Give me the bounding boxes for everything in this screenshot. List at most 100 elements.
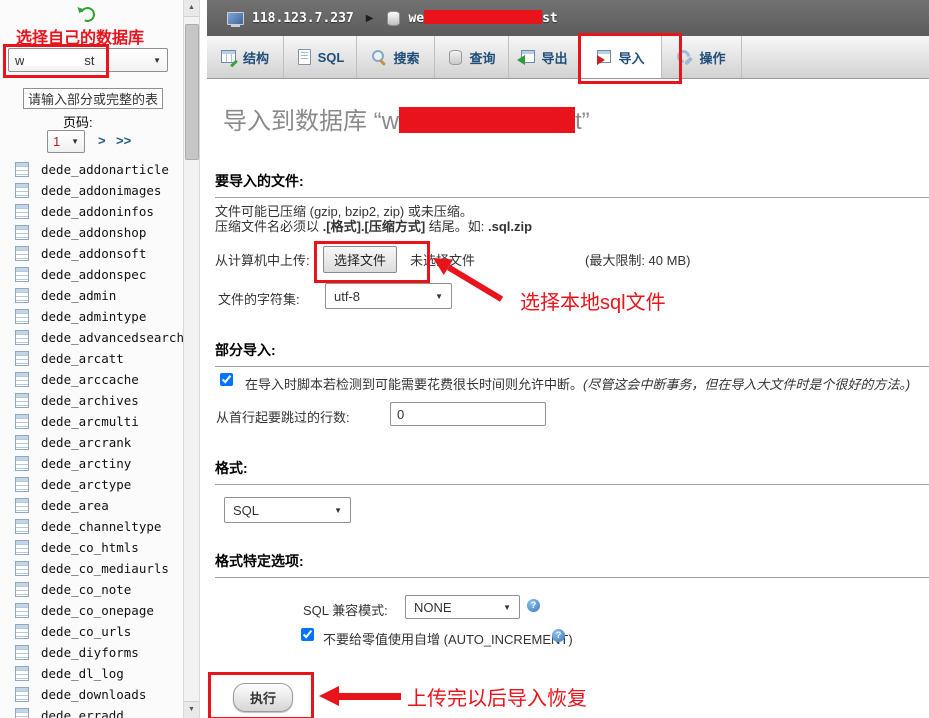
tab-label: 查询 [469,48,495,67]
table-name: dede_arcmulti [41,414,139,429]
no-auto-increment-checkbox[interactable] [301,628,314,641]
table-icon [15,162,29,177]
table-row[interactable]: dede_arcmulti [0,411,183,432]
main-panel: 118.123.7.237 ▶ west 结构 SQL 搜索 [200,0,929,718]
sidebar: 选择自己的数据库 w st ▼ 页码: 1 ▼ > >> dede_addona… [0,0,183,718]
scroll-down-icon[interactable]: ▼ [184,701,199,718]
redaction-block [424,10,542,24]
allow-interrupt-text: 在导入时脚本若检测到可能需要花费很长时间则允许中断。(尽管这会中断事务，但在导入… [245,374,929,393]
table-name: dede_arctiny [41,456,131,471]
tab-icon [221,49,237,65]
table-name: dede_addonimages [41,183,161,198]
table-icon [15,519,29,534]
breadcrumb-db-prefix: we [408,11,424,26]
table-icon [15,687,29,702]
database-icon [387,11,400,26]
table-row[interactable]: dede_co_mediaurls [0,558,183,579]
refresh-icon[interactable] [78,5,97,24]
table-icon [15,204,29,219]
format-select[interactable]: SQL ▼ [224,497,351,523]
tab-structure[interactable]: 结构 [207,36,284,78]
table-name: dede_co_htmls [41,540,139,555]
table-row[interactable]: dede_advancedsearch [0,327,183,348]
max-size-text: (最大限制: 40 MB) [585,250,690,269]
table-icon [15,498,29,513]
table-row[interactable]: dede_arccache [0,369,183,390]
table-row[interactable]: dede_co_urls [0,621,183,642]
table-row[interactable]: dede_downloads [0,684,183,705]
table-name: dede_advancedsearch [41,330,183,345]
chevron-down-icon: ▼ [334,506,342,515]
annotation-import-after-upload: 上传完以后导入恢复 [407,682,587,711]
table-name: dede_co_onepage [41,603,154,618]
table-list: dede_addonarticle dede_addonimages dede_… [0,159,183,718]
tab-icon [447,49,463,65]
server-icon [227,12,244,25]
breadcrumb-server[interactable]: 118.123.7.237 [252,11,354,26]
next-page-link[interactable]: > [98,133,106,148]
table-row[interactable]: dede_arctiny [0,453,183,474]
table-row[interactable]: dede_archives [0,390,183,411]
help-icon[interactable]: ? [552,629,565,642]
phpmyadmin-window: 选择自己的数据库 w st ▼ 页码: 1 ▼ > >> dede_addona… [0,0,929,718]
annotation-arrow-to-execute [319,686,401,706]
table-row[interactable]: dede_addonarticle [0,159,183,180]
scrollbar-thumb[interactable] [185,24,199,160]
table-row[interactable]: dede_erradd [0,705,183,718]
table-row[interactable]: dede_addonspec [0,264,183,285]
table-icon [15,624,29,639]
tab-icon [296,49,312,65]
table-icon [15,603,29,618]
table-row[interactable]: dede_co_note [0,579,183,600]
table-icon [15,372,29,387]
sql-compat-select[interactable]: NONE ▼ [405,595,520,619]
page-title-prefix: 导入到数据库 “w [223,108,399,135]
arrow-shaft [447,265,503,302]
table-row[interactable]: dede_admin [0,285,183,306]
table-row[interactable]: dede_diyforms [0,642,183,663]
page-title-suffix: t” [575,108,590,135]
section-legend-format-options: 格式特定选项: [215,551,929,578]
skip-lines-input[interactable] [390,402,546,426]
table-row[interactable]: dede_area [0,495,183,516]
help-icon[interactable]: ? [527,599,540,612]
table-icon [15,645,29,660]
table-row[interactable]: dede_arcatt [0,348,183,369]
breadcrumb-database[interactable]: west [408,10,557,26]
annotation-redbox-execute [208,672,314,718]
table-filter-input[interactable] [23,88,163,109]
table-icon [15,288,29,303]
charset-select[interactable]: utf-8 ▼ [325,283,452,309]
tab-sql[interactable]: SQL [284,36,357,78]
table-icon [15,561,29,576]
page-select-value: 1 [53,134,60,149]
table-row[interactable]: dede_addoninfos [0,201,183,222]
file-help-line1: 文件可能已压缩 (gzip, bzip2, zip) 或未压缩。 [215,204,473,219]
scroll-up-icon[interactable]: ▲ [184,0,199,17]
table-row[interactable]: dede_co_htmls [0,537,183,558]
tab-export[interactable]: 导出 [509,36,579,78]
table-row[interactable]: dede_addonimages [0,180,183,201]
upload-label: 从计算机中上传: [215,250,310,269]
table-name: dede_erradd [41,708,124,718]
table-row[interactable]: dede_dl_log [0,663,183,684]
table-row[interactable]: dede_admintype [0,306,183,327]
table-name: dede_admintype [41,309,146,324]
sidebar-scrollbar[interactable]: ▲ ▼ [183,0,200,718]
table-row[interactable]: dede_addonsoft [0,243,183,264]
table-row[interactable]: dede_arcrank [0,432,183,453]
tab-search[interactable]: 搜索 [357,36,435,78]
table-icon [15,435,29,450]
last-page-link[interactable]: >> [116,133,131,148]
tab-query[interactable]: 查询 [435,36,509,78]
allow-interrupt-checkbox[interactable] [220,373,233,386]
table-row[interactable]: dede_channeltype [0,516,183,537]
page-select[interactable]: 1 ▼ [47,130,85,153]
tab-icon [519,49,535,65]
table-icon [15,540,29,555]
table-row[interactable]: dede_arctype [0,474,183,495]
table-row[interactable]: dede_co_onepage [0,600,183,621]
section-legend-file-to-import: 要导入的文件: [215,171,929,198]
annotation-redbox-database [3,44,109,78]
table-row[interactable]: dede_addonshop [0,222,183,243]
